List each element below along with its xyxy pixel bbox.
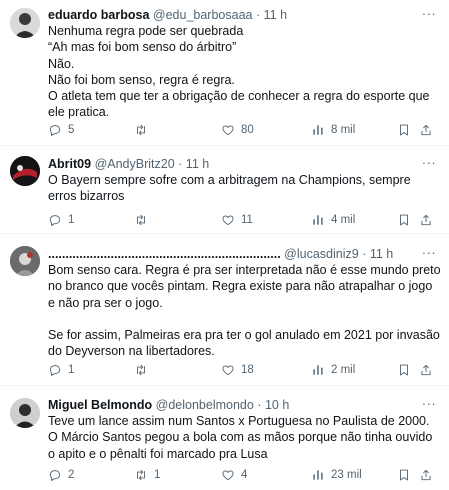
like-count: 80 [241, 124, 254, 136]
bookmark-icon [400, 124, 408, 136]
tweet[interactable]: Abrit09 @AndyBritz20 · 11 h ··· O Bayern… [0, 146, 449, 234]
reply-button[interactable]: 1 [48, 361, 74, 379]
retweet-button[interactable] [134, 121, 154, 139]
display-name[interactable]: eduardo barbosa [48, 8, 149, 22]
like-icon [222, 215, 234, 226]
views-count: 4 mil [331, 214, 356, 226]
separator-dot: · [257, 398, 262, 412]
views-count: 2 mil [331, 364, 356, 376]
like-count: 11 [241, 214, 253, 226]
avatar[interactable] [10, 8, 40, 38]
tweet-text: Bom senso cara. Regra é pra ser interpre… [48, 263, 441, 359]
tweet-actions: 1 11 4 mil [48, 211, 437, 229]
views-button[interactable]: 2 mil [311, 361, 355, 379]
tweet-header: eduardo barbosa @edu_barbosaaa · 11 h [48, 7, 415, 23]
tweet-header: ........................................… [48, 246, 415, 262]
bookmark-icon [400, 469, 408, 481]
tweet[interactable]: ........................................… [0, 234, 449, 386]
tweet-text: Nenhuma regra pode ser quebrada “Ah mas … [48, 24, 430, 120]
separator-dot: · [255, 8, 261, 22]
tweet[interactable]: eduardo barbosa @edu_barbosaaa · 11 h ··… [0, 0, 449, 146]
tweet-text: O Bayern sempre sofre com a arbitragem n… [48, 173, 411, 204]
like-count: 4 [241, 469, 248, 481]
display-name[interactable]: Miguel Belmondo [48, 398, 152, 412]
bookmark-button[interactable] [397, 466, 411, 484]
views-icon [313, 125, 323, 135]
like-button[interactable]: 80 [221, 121, 254, 139]
avatar[interactable] [10, 398, 40, 428]
bookmark-icon [400, 364, 408, 376]
share-button[interactable] [419, 466, 433, 484]
reply-count: 5 [68, 124, 75, 136]
views-count: 23 mil [331, 469, 362, 481]
share-icon [421, 124, 431, 136]
display-name[interactable]: ........................................… [48, 247, 281, 261]
username[interactable]: @AndyBritz20 [95, 157, 175, 171]
reply-icon [49, 365, 61, 376]
separator-dot: · [362, 247, 367, 261]
views-button[interactable]: 8 mil [311, 121, 355, 139]
avatar[interactable] [10, 156, 40, 186]
display-name[interactable]: Abrit09 [48, 157, 91, 171]
share-button[interactable] [419, 211, 433, 229]
retweet-button[interactable] [134, 361, 154, 379]
retweet-button[interactable]: 1 [134, 466, 160, 484]
share-icon [421, 469, 431, 481]
views-button[interactable]: 23 mil [311, 466, 362, 484]
tweet-actions: 1 18 2 mil [48, 361, 437, 379]
retweet-count: 1 [154, 469, 161, 481]
timeline: eduardo barbosa @edu_barbosaaa · 11 h · ·… [0, 0, 449, 490]
like-icon [222, 365, 234, 376]
reply-button[interactable]: 2 [48, 466, 74, 484]
username[interactable]: @lucasdiniz9 [284, 247, 359, 261]
like-button[interactable]: 18 [221, 361, 254, 379]
tweet-actions: 5 80 8 mil [48, 121, 437, 139]
views-button[interactable]: 4 mil [311, 211, 355, 229]
like-icon [222, 470, 234, 481]
like-button[interactable]: 4 [221, 466, 247, 484]
bookmark-button[interactable] [397, 121, 411, 139]
reply-button[interactable]: 1 [48, 211, 74, 229]
share-icon [421, 214, 431, 226]
tweet-header: Abrit09 @AndyBritz20 · 11 h [48, 156, 415, 172]
timestamp[interactable]: 11 h [370, 247, 393, 261]
avatar[interactable] [10, 246, 40, 276]
retweet-icon [137, 124, 145, 136]
tweet-header: Miguel Belmondo @delonbelmondo · 10 h [48, 397, 415, 413]
tweet-text: Teve um lance assim num Santos x Portugu… [48, 414, 433, 461]
tweet-actions: 2 1 4 23 mil [48, 466, 437, 484]
reply-button[interactable]: 5 [48, 121, 74, 139]
views-icon [313, 215, 323, 225]
retweet-icon [137, 469, 145, 481]
like-button[interactable]: 11 [221, 211, 253, 229]
timestamp[interactable]: 10 h [265, 398, 289, 412]
retweet-icon [137, 364, 145, 376]
timestamp[interactable]: 11 h [264, 8, 287, 22]
bookmark-button[interactable] [397, 361, 411, 379]
retweet-button[interactable] [134, 211, 154, 229]
bookmark-icon [400, 214, 408, 226]
reply-count: 1 [68, 364, 75, 376]
reply-icon [49, 125, 61, 136]
separator-dot: · [178, 157, 183, 171]
retweet-icon [137, 214, 145, 226]
reply-count: 1 [68, 214, 75, 226]
username[interactable]: @edu_barbosaaa [153, 8, 253, 22]
bookmark-button[interactable] [397, 211, 411, 229]
timestamp[interactable]: 11 h [186, 157, 209, 171]
views-count: 8 mil [331, 124, 356, 136]
like-icon [222, 125, 234, 136]
like-count: 18 [241, 364, 254, 376]
reply-count: 2 [68, 469, 75, 481]
views-icon [313, 365, 323, 375]
reply-icon [49, 215, 61, 226]
share-button[interactable] [419, 361, 433, 379]
reply-icon [49, 470, 61, 481]
share-icon [421, 364, 431, 376]
share-button[interactable] [419, 121, 433, 139]
username[interactable]: @delonbelmondo [156, 398, 254, 412]
views-icon [313, 470, 323, 480]
tweet[interactable]: Miguel Belmondo @delonbelmondo · 10 h ··… [0, 386, 449, 490]
